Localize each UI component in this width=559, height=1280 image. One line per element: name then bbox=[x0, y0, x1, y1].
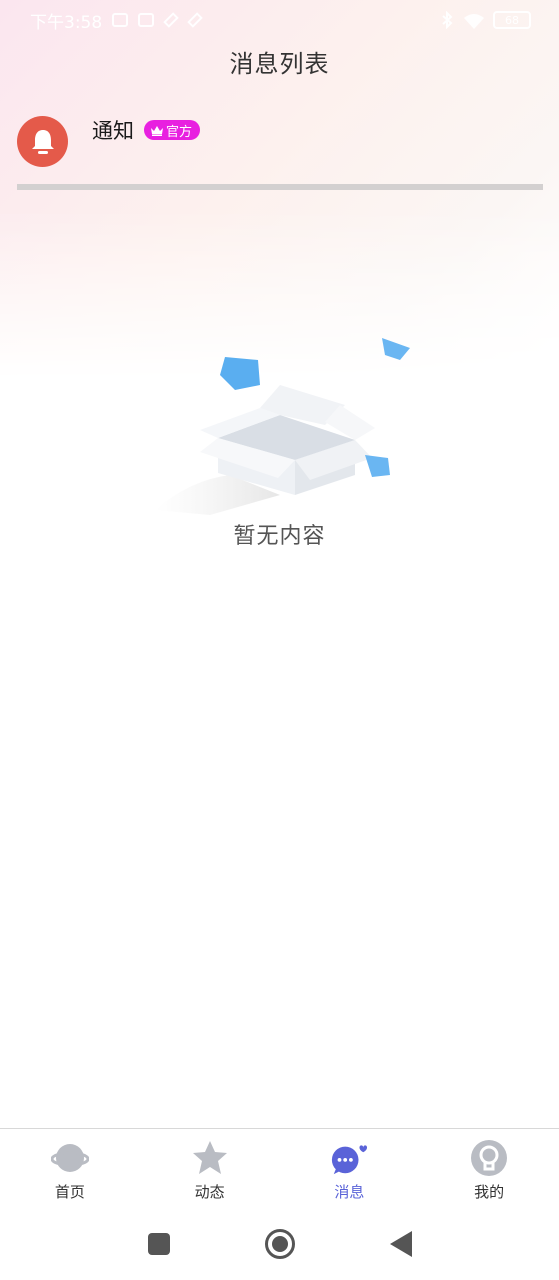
star-icon bbox=[191, 1139, 229, 1177]
nav-item-moments[interactable]: 动态 bbox=[140, 1129, 280, 1208]
nav-item-messages[interactable]: 消息 bbox=[280, 1129, 420, 1208]
home-button[interactable] bbox=[264, 1229, 295, 1259]
nav-label-moments: 动态 bbox=[194, 1183, 225, 1201]
empty-box-illustration bbox=[155, 338, 410, 515]
bluetooth-icon bbox=[441, 11, 453, 29]
chat-bubble-icon bbox=[330, 1139, 368, 1177]
nav-label-profile: 我的 bbox=[474, 1183, 505, 1201]
back-button[interactable] bbox=[389, 1231, 412, 1257]
planet-icon bbox=[50, 1139, 89, 1177]
official-badge-label: 官方 bbox=[166, 124, 193, 140]
nav-item-profile[interactable]: 我的 bbox=[419, 1129, 559, 1208]
recent-apps-button[interactable] bbox=[147, 1233, 170, 1255]
status-bar: 下午3:58 68 bbox=[0, 0, 559, 40]
status-right: 68 bbox=[441, 11, 531, 29]
nav-label-messages: 消息 bbox=[334, 1183, 365, 1201]
notification-icon bbox=[112, 13, 129, 27]
message-icon bbox=[138, 13, 155, 27]
system-nav-bar bbox=[0, 1208, 559, 1280]
status-left: 下午3:58 bbox=[30, 8, 203, 33]
nav-item-home[interactable]: 首页 bbox=[0, 1129, 140, 1208]
home-dot-icon bbox=[271, 1236, 288, 1252]
notice-list-item[interactable]: 通知 官方 bbox=[17, 110, 543, 180]
empty-state-text: 暂无内容 bbox=[233, 524, 326, 549]
notice-text: 通知 官方 bbox=[92, 115, 201, 145]
bell-icon bbox=[17, 116, 68, 167]
check-icon bbox=[163, 12, 179, 28]
bottom-nav: 首页 动态 消息 我的 bbox=[0, 1128, 559, 1208]
status-time: 下午3:58 bbox=[30, 12, 103, 33]
crown-icon bbox=[151, 125, 163, 136]
profile-icon bbox=[470, 1139, 508, 1177]
nav-label-home: 首页 bbox=[54, 1183, 85, 1201]
check-icon-2 bbox=[187, 12, 203, 28]
battery-icon: 68 bbox=[493, 11, 531, 29]
wifi-icon bbox=[463, 13, 484, 29]
official-badge: 官方 bbox=[144, 120, 201, 140]
notice-title: 通知 bbox=[92, 119, 134, 143]
page-title: 消息列表 bbox=[229, 50, 330, 78]
divider bbox=[17, 184, 543, 190]
